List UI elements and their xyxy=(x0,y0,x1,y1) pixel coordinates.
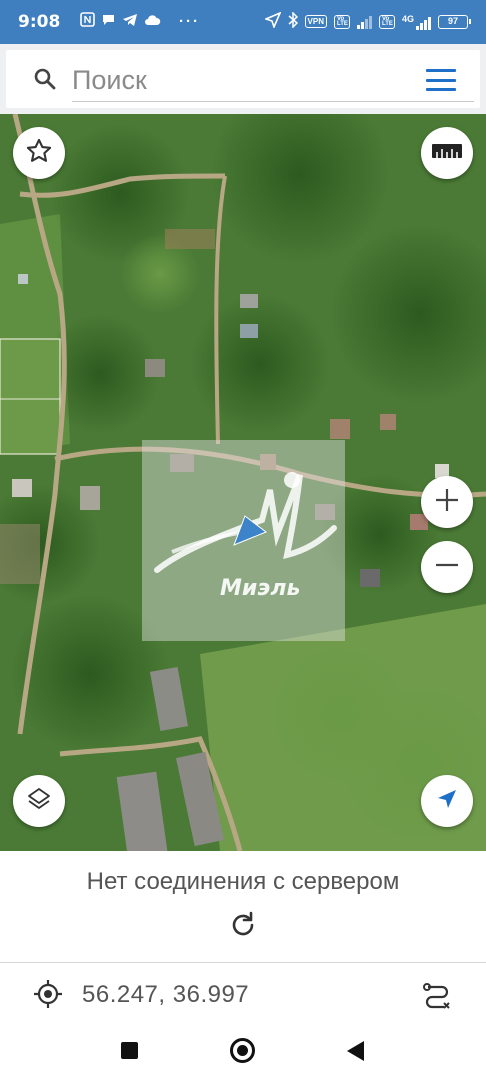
ruler-button[interactable] xyxy=(421,127,473,179)
more-icon: ··· xyxy=(179,13,200,30)
connection-status-text: Нет соединения с сервером xyxy=(86,868,400,895)
search-box xyxy=(6,50,480,108)
layers-button[interactable] xyxy=(13,775,65,827)
watermark-text: Миэль xyxy=(220,576,301,601)
recent-apps-button[interactable] xyxy=(121,1042,138,1059)
signal-bars-icon xyxy=(356,15,372,29)
status-bar: 9:08 ··· VPN Vo LTE Vo LTE 4G 97 xyxy=(0,0,486,44)
zoom-in-button[interactable] xyxy=(421,476,473,528)
coordinates-bar: 56.247, 36.997 xyxy=(0,963,486,1025)
home-button[interactable] xyxy=(230,1038,255,1063)
navigation-arrow-icon xyxy=(436,788,458,815)
cloud-icon xyxy=(144,13,161,30)
bluetooth-icon xyxy=(288,11,298,31)
system-icons: VPN Vo LTE Vo LTE 4G 97 xyxy=(263,11,471,31)
refresh-icon[interactable] xyxy=(228,910,258,940)
notification-icons: ··· xyxy=(80,12,200,31)
minus-icon xyxy=(433,551,461,584)
connection-panel: Нет соединения с сервером xyxy=(0,851,486,963)
telegram-icon xyxy=(122,13,138,31)
system-navigation-bar xyxy=(0,1025,486,1080)
signal-bars-icon-2 xyxy=(416,16,431,30)
ruler-icon xyxy=(431,142,463,165)
route-icon[interactable] xyxy=(422,978,452,1010)
signal-4g: 4G xyxy=(402,14,431,30)
network-type: 4G xyxy=(401,13,414,24)
vpn-badge: VPN xyxy=(304,15,327,28)
coordinates-value: 56.247, 36.997 xyxy=(82,981,250,1008)
layers-icon xyxy=(25,785,53,818)
search-icon[interactable] xyxy=(34,68,56,90)
volte-badge: Vo LTE xyxy=(333,14,350,29)
battery-icon: 97 xyxy=(438,14,471,29)
back-button[interactable] xyxy=(347,1041,364,1061)
search-header xyxy=(0,44,486,114)
zoom-out-button[interactable] xyxy=(421,541,473,593)
satellite-map[interactable]: Миэль xyxy=(0,114,486,851)
favorite-button[interactable] xyxy=(13,127,65,179)
volte-badge-2: Vo LTE xyxy=(378,14,395,29)
watermark: Миэль xyxy=(142,440,345,641)
plus-icon xyxy=(433,486,461,519)
chat-icon xyxy=(101,13,116,31)
star-icon xyxy=(25,137,53,170)
hamburger-menu-icon[interactable] xyxy=(426,69,456,91)
mielle-logo xyxy=(154,472,337,573)
gps-target-icon[interactable] xyxy=(33,979,63,1009)
status-time: 9:08 xyxy=(18,12,61,32)
location-arrow-icon xyxy=(263,11,282,31)
nfc-icon xyxy=(80,12,95,31)
search-input[interactable] xyxy=(72,60,474,102)
my-location-button[interactable] xyxy=(421,775,473,827)
